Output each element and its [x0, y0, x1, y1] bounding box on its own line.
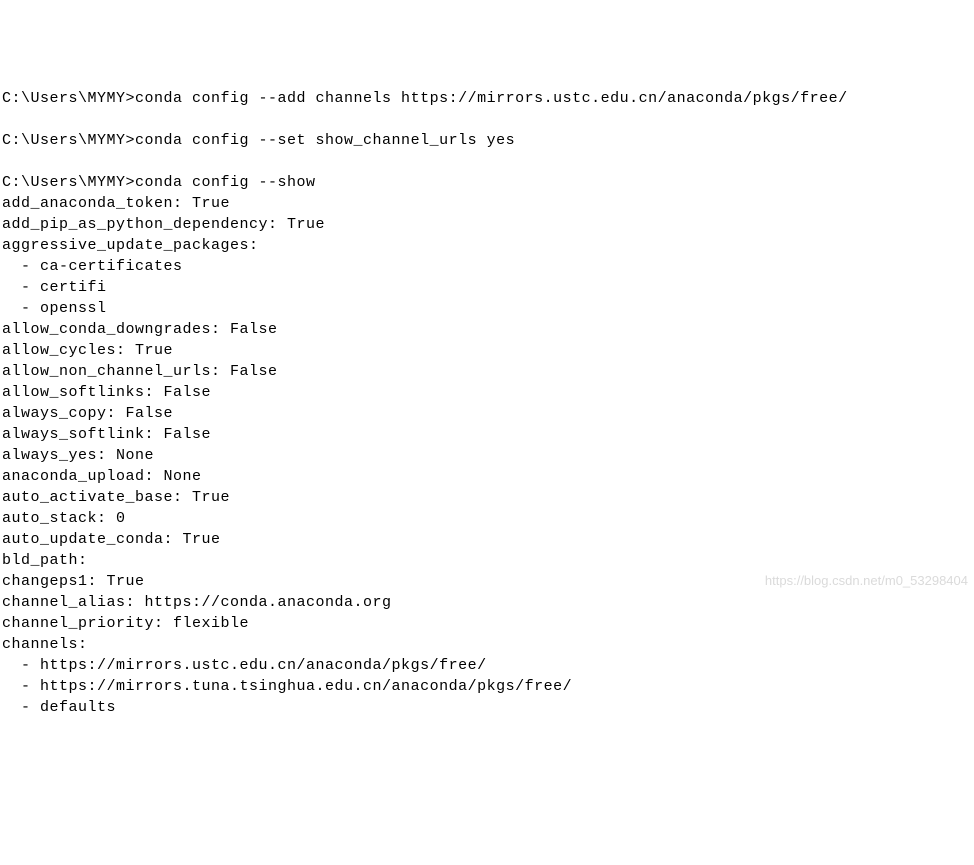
- terminal-line: - https://mirrors.tuna.tsinghua.edu.cn/a…: [2, 676, 972, 697]
- terminal-line: - defaults: [2, 697, 972, 718]
- terminal-line: always_yes: None: [2, 445, 972, 466]
- terminal-line: add_anaconda_token: True: [2, 193, 972, 214]
- terminal-line: [2, 151, 972, 172]
- terminal-line: allow_conda_downgrades: False: [2, 319, 972, 340]
- terminal-line: [2, 109, 972, 130]
- terminal-line: always_copy: False: [2, 403, 972, 424]
- terminal-line: auto_stack: 0: [2, 508, 972, 529]
- terminal-line: channels:: [2, 634, 972, 655]
- terminal-line: allow_non_channel_urls: False: [2, 361, 972, 382]
- terminal-line: allow_cycles: True: [2, 340, 972, 361]
- terminal-line: auto_activate_base: True: [2, 487, 972, 508]
- terminal-line: C:\Users\MYMY>conda config --show: [2, 172, 972, 193]
- terminal-line: channel_alias: https://conda.anaconda.or…: [2, 592, 972, 613]
- terminal-line: channel_priority: flexible: [2, 613, 972, 634]
- terminal-line: anaconda_upload: None: [2, 466, 972, 487]
- terminal-line: - openssl: [2, 298, 972, 319]
- terminal-line: - certifi: [2, 277, 972, 298]
- watermark-text: https://blog.csdn.net/m0_53298404: [765, 572, 968, 590]
- terminal-line: always_softlink: False: [2, 424, 972, 445]
- terminal-line: aggressive_update_packages:: [2, 235, 972, 256]
- terminal-output: C:\Users\MYMY>conda config --add channel…: [2, 88, 972, 718]
- terminal-line: - https://mirrors.ustc.edu.cn/anaconda/p…: [2, 655, 972, 676]
- terminal-line: C:\Users\MYMY>conda config --add channel…: [2, 88, 972, 109]
- terminal-line: auto_update_conda: True: [2, 529, 972, 550]
- terminal-line: bld_path:: [2, 550, 972, 571]
- terminal-line: C:\Users\MYMY>conda config --set show_ch…: [2, 130, 972, 151]
- terminal-line: - ca-certificates: [2, 256, 972, 277]
- terminal-line: add_pip_as_python_dependency: True: [2, 214, 972, 235]
- terminal-line: allow_softlinks: False: [2, 382, 972, 403]
